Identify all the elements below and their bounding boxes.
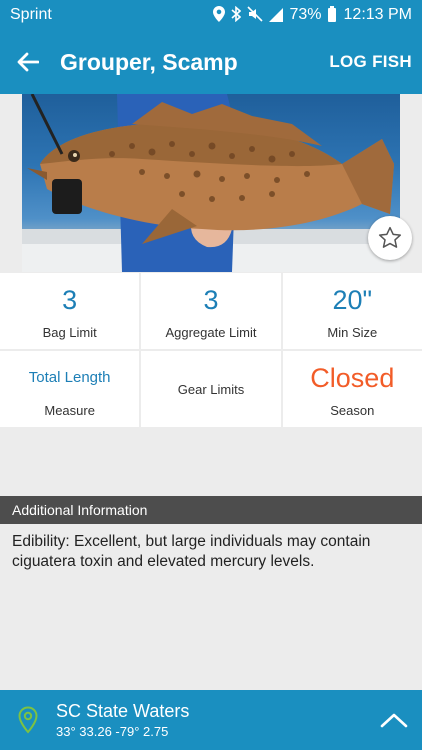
location-name: SC State Waters	[56, 701, 190, 721]
app-bar: Grouper, Scamp LOG FISH	[0, 30, 422, 94]
star-outline-icon	[378, 226, 402, 248]
bag-limit-label: Bag Limit	[42, 324, 97, 340]
additional-info-text: Edibility: Excellent, but large individu…	[12, 533, 371, 570]
page-title: Grouper, Scamp	[60, 48, 238, 75]
bluetooth-icon	[231, 5, 242, 25]
aggregate-limit-value: 3	[203, 284, 219, 315]
gear-limits-label: Gear Limits	[177, 381, 245, 397]
location-icon	[213, 5, 226, 25]
status-icons: 73% 12:13 PM	[213, 5, 412, 25]
min-size-label: Min Size	[327, 324, 378, 340]
season-value: Closed	[310, 362, 395, 393]
gear-limits-cell[interactable]: Gear Limits	[141, 351, 281, 427]
carrier-label: Sprint	[10, 6, 52, 23]
mute-icon	[247, 5, 264, 25]
aggregate-limit-cell: 3 Aggregate Limit	[141, 273, 281, 349]
additional-info-header: Additional Information	[0, 496, 422, 524]
fish-photo	[22, 94, 400, 272]
season-cell: Closed Season	[282, 351, 422, 427]
bag-limit-cell: 3 Bag Limit	[0, 273, 140, 349]
clock: 12:13 PM	[343, 6, 412, 23]
favorite-button[interactable]	[368, 216, 412, 260]
back-arrow-icon[interactable]	[0, 30, 56, 94]
status-bar: Sprint 73% 12:13 PM	[0, 0, 422, 30]
measure-label: Measure	[44, 402, 95, 418]
chevron-up-icon[interactable]	[366, 712, 422, 728]
min-size-value: 20"	[332, 284, 373, 315]
log-fish-button[interactable]: LOG FISH	[329, 52, 422, 72]
location-coords: 33° 33.26 -79° 2.75	[56, 724, 169, 739]
battery-icon	[327, 6, 336, 22]
location-bar[interactable]: SC State Waters 33° 33.26 -79° 2.75	[0, 690, 422, 750]
regulations-grid: 3 Bag Limit 3 Aggregate Limit 20" Min Si…	[0, 273, 422, 427]
measure-cell: Total Length Measure	[0, 351, 140, 427]
aggregate-limit-label: Aggregate Limit	[165, 324, 257, 340]
fish-photo-area	[0, 94, 422, 274]
battery-percent: 73%	[289, 6, 322, 23]
bag-limit-value: 3	[62, 284, 78, 315]
season-label: Season	[330, 402, 375, 418]
map-pin-icon	[0, 706, 56, 734]
measure-value: Total Length	[28, 368, 111, 386]
lte-signal-icon	[269, 8, 284, 22]
min-size-cell: 20" Min Size	[282, 273, 422, 349]
